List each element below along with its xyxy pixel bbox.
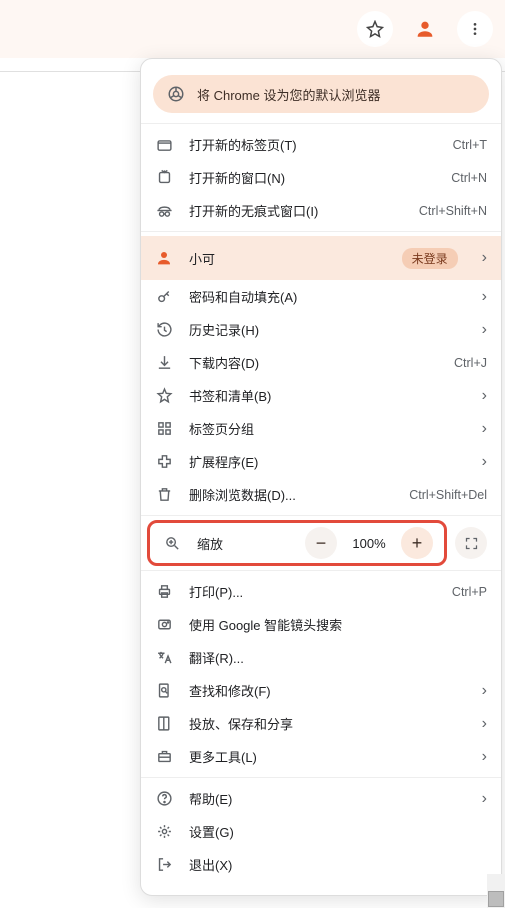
chevron-right-icon: › [482,420,487,438]
menu-new-window[interactable]: 打开新的窗口(N) Ctrl+N [141,161,501,194]
zoom-in-button[interactable]: + [401,527,433,559]
menu-exit[interactable]: 退出(X) [141,848,501,881]
window-icon [156,169,173,186]
menu-item-label: 使用 Google 智能镜头搜索 [189,615,487,634]
help-icon [156,790,173,807]
trash-icon [156,486,173,503]
menu-item-label: 更多工具(L) [189,747,458,766]
chevron-right-icon: › [482,288,487,306]
kebab-icon [467,21,483,37]
menu-help[interactable]: 帮助(E) › [141,782,501,815]
extension-icon [156,453,173,470]
menu-item-label: 扩展程序(E) [189,452,458,471]
history-icon [156,321,173,338]
menu-downloads[interactable]: 下载内容(D) Ctrl+J [141,346,501,379]
menu-passwords[interactable]: 密码和自动填充(A) › [141,280,501,313]
menu-item-label: 打印(P)... [189,582,436,601]
star-icon [366,20,384,38]
menu-item-label: 打开新的标签页(T) [189,135,437,154]
translate-icon [156,649,173,666]
zoom-value: 100% [347,536,391,551]
fullscreen-icon [464,536,479,551]
find-icon [156,682,173,699]
chevron-right-icon: › [482,249,487,267]
shortcut: Ctrl+Shift+Del [409,488,487,502]
menu-item-label: 翻译(R)... [189,648,487,667]
bookmark-star-button[interactable] [357,11,393,47]
chevron-right-icon: › [482,790,487,808]
promo-text: 将 Chrome 设为您的默认浏览器 [197,85,380,104]
exit-icon [156,856,173,873]
lens-icon [156,616,173,633]
menu-profile[interactable]: 小可 未登录 › [141,236,501,280]
chevron-right-icon: › [482,715,487,733]
menu-item-label: 打开新的无痕式窗口(I) [189,201,403,220]
print-icon [156,583,173,600]
download-icon [156,354,173,371]
chrome-menu: 将 Chrome 设为您的默认浏览器 打开新的标签页(T) Ctrl+T 打开新… [140,58,502,896]
shortcut: Ctrl+T [453,138,487,152]
menu-item-label: 删除浏览数据(D)... [189,485,393,504]
shortcut: Ctrl+J [454,356,487,370]
menu-item-label: 打开新的窗口(N) [189,168,435,187]
menu-item-label: 下载内容(D) [189,353,438,372]
menu-item-label: 书签和清单(B) [189,386,458,405]
profile-button[interactable] [407,11,443,47]
menu-item-label: 历史记录(H) [189,320,458,339]
fullscreen-button[interactable] [455,527,487,559]
briefcase-icon [156,748,173,765]
star-icon [156,387,173,404]
menu-item-label: 投放、保存和分享 [189,714,458,733]
menu-new-tab[interactable]: 打开新的标签页(T) Ctrl+T [141,128,501,161]
default-browser-promo[interactable]: 将 Chrome 设为您的默认浏览器 [153,75,489,113]
menu-item-label: 设置(G) [189,822,487,841]
menu-bookmarks[interactable]: 书签和清单(B) › [141,379,501,412]
zoom-icon [164,535,181,552]
menu-item-label: 密码和自动填充(A) [189,287,458,306]
cast-icon [156,715,173,732]
profile-status: 未登录 [402,248,458,269]
menu-more-tools[interactable]: 更多工具(L) › [141,740,501,773]
chrome-icon [167,85,185,103]
person-icon [155,249,173,267]
menu-extensions[interactable]: 扩展程序(E) › [141,445,501,478]
chrome-menu-button[interactable] [457,11,493,47]
zoom-out-button[interactable]: − [305,527,337,559]
zoom-label: 缩放 [197,534,223,553]
menu-translate[interactable]: 翻译(R)... [141,641,501,674]
chevron-right-icon: › [482,748,487,766]
menu-tabgroups[interactable]: 标签页分组 › [141,412,501,445]
key-icon [156,288,173,305]
gear-icon [156,823,173,840]
shortcut: Ctrl+Shift+N [419,204,487,218]
shortcut: Ctrl+N [451,171,487,185]
menu-item-label: 标签页分组 [189,419,458,438]
chevron-right-icon: › [482,387,487,405]
menu-lens[interactable]: 使用 Google 智能镜头搜索 [141,608,501,641]
menu-cast[interactable]: 投放、保存和分享 › [141,707,501,740]
menu-item-label: 退出(X) [189,855,487,874]
shortcut: Ctrl+P [452,585,487,599]
menu-find[interactable]: 查找和修改(F) › [141,674,501,707]
menu-item-label: 查找和修改(F) [189,681,458,700]
tab-icon [156,136,173,153]
person-icon [414,18,436,40]
incognito-icon [156,202,173,219]
profile-name: 小可 [189,249,386,268]
grid-icon [156,420,173,437]
menu-print[interactable]: 打印(P)... Ctrl+P [141,575,501,608]
menu-item-label: 帮助(E) [189,789,458,808]
chevron-right-icon: › [482,321,487,339]
menu-settings[interactable]: 设置(G) [141,815,501,848]
scrollbar-thumb[interactable] [488,891,504,907]
menu-new-incognito[interactable]: 打开新的无痕式窗口(I) Ctrl+Shift+N [141,194,501,227]
chevron-right-icon: › [482,453,487,471]
chevron-right-icon: › [482,682,487,700]
menu-clear-data[interactable]: 删除浏览数据(D)... Ctrl+Shift+Del [141,478,501,511]
menu-history[interactable]: 历史记录(H) › [141,313,501,346]
